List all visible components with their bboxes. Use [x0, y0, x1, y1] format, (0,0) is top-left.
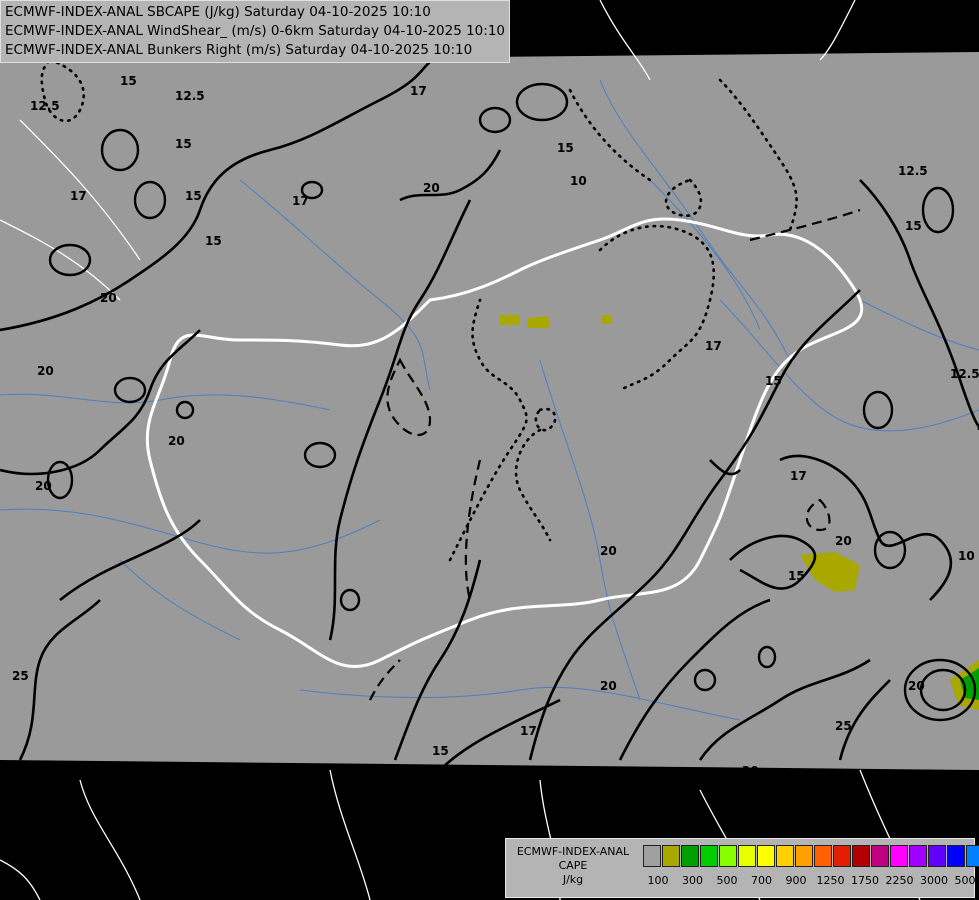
legend-swatch	[909, 845, 927, 867]
legend-model: ECMWF-INDEX-ANAL	[516, 845, 630, 858]
contour-label: 12.5	[950, 367, 979, 381]
contour-label: 20	[423, 181, 440, 195]
contour-label: 15	[788, 569, 805, 583]
contour-label: 25	[12, 669, 29, 683]
contour-label: 17	[410, 84, 427, 98]
legend-swatch	[795, 845, 813, 867]
header-line-windshear: ECMWF-INDEX-ANAL WindShear_ (m/s) 0-6km …	[5, 23, 505, 39]
legend-swatch	[719, 845, 737, 867]
contour-label: 15	[205, 234, 222, 248]
model-domain	[0, 52, 979, 770]
contour-label: 12.5	[30, 99, 60, 113]
header-line-bunkers: ECMWF-INDEX-ANAL Bunkers Right (m/s) Sat…	[5, 42, 473, 58]
cape-legend: ECMWF-INDEX-ANAL CAPE J/kg 100 300 500 700 9…	[505, 838, 979, 898]
legend-swatch	[890, 845, 908, 867]
legend-tick-label: 1250	[816, 874, 845, 887]
contour-label: 20	[168, 434, 185, 448]
legend-swatch	[928, 845, 946, 867]
contour-label: 15	[557, 141, 574, 155]
legend-swatch	[700, 845, 718, 867]
contour-label: 15	[175, 137, 192, 151]
legend-swatch	[833, 845, 851, 867]
contour-label: 15	[432, 744, 449, 758]
legend-tick-label: 3000	[920, 874, 948, 887]
legend-swatch	[643, 845, 661, 867]
legend-swatch	[681, 845, 699, 867]
legend-tick-label: 5000	[954, 874, 979, 887]
contour-label: 12.5	[175, 89, 205, 103]
legend-tick-label: 700	[751, 874, 772, 887]
legend-tick-label: 1750	[851, 874, 879, 887]
contour-label: 17	[790, 469, 807, 483]
legend-swatch	[852, 845, 870, 867]
contour-label: 17	[705, 339, 722, 353]
legend-swatch	[662, 845, 680, 867]
contour-label: 15	[185, 189, 202, 203]
legend-tick-label: 300	[682, 874, 703, 887]
contour-label: 12.5	[898, 164, 928, 178]
contour-label: 20	[835, 534, 852, 548]
legend-swatch	[738, 845, 756, 867]
legend-tick-label: 900	[785, 874, 807, 887]
legend-tick-label: 2250	[885, 874, 914, 887]
contour-label: 20	[742, 764, 759, 778]
contour-label: 15	[905, 219, 922, 233]
legend-ticks: 100 300 500 700 900 1250 1750 2250 3000 5000	[506, 874, 979, 890]
legend-tick-label: 100	[647, 874, 669, 887]
legend-swatch	[757, 845, 775, 867]
contour-label: 17	[70, 189, 87, 203]
legend-swatch	[871, 845, 889, 867]
contour-label: 20	[37, 364, 54, 378]
contour-label: 15	[120, 74, 137, 88]
legend-swatch	[814, 845, 832, 867]
contour-label: 10	[570, 174, 587, 188]
header-line-sbcape: ECMWF-INDEX-ANAL SBCAPE (J/kg) Saturday …	[5, 4, 431, 20]
legend-swatch	[947, 845, 965, 867]
contour-label: 17	[520, 724, 537, 738]
legend-tick-label: 500	[716, 874, 738, 887]
legend-swatch	[776, 845, 794, 867]
weather-map: 12.5 15 15 17 20 20 17 15 12.5 15 12.5 1…	[0, 0, 979, 900]
contour-label: 25	[835, 719, 852, 733]
legend-swatch	[966, 845, 979, 867]
contour-label: 17	[292, 194, 309, 208]
legend-swatches	[643, 845, 979, 867]
contour-label: 20	[600, 679, 617, 693]
contour-label: 20	[908, 679, 925, 693]
contour-label: 20	[100, 291, 117, 305]
contour-label: 15	[765, 374, 782, 388]
map-header: ECMWF-INDEX-ANAL SBCAPE (J/kg) Saturday …	[0, 0, 510, 63]
contour-label: 20	[600, 544, 617, 558]
contour-label: 20	[35, 479, 52, 493]
legend-parameter: CAPE	[558, 859, 588, 872]
contour-label: 10	[958, 549, 975, 563]
